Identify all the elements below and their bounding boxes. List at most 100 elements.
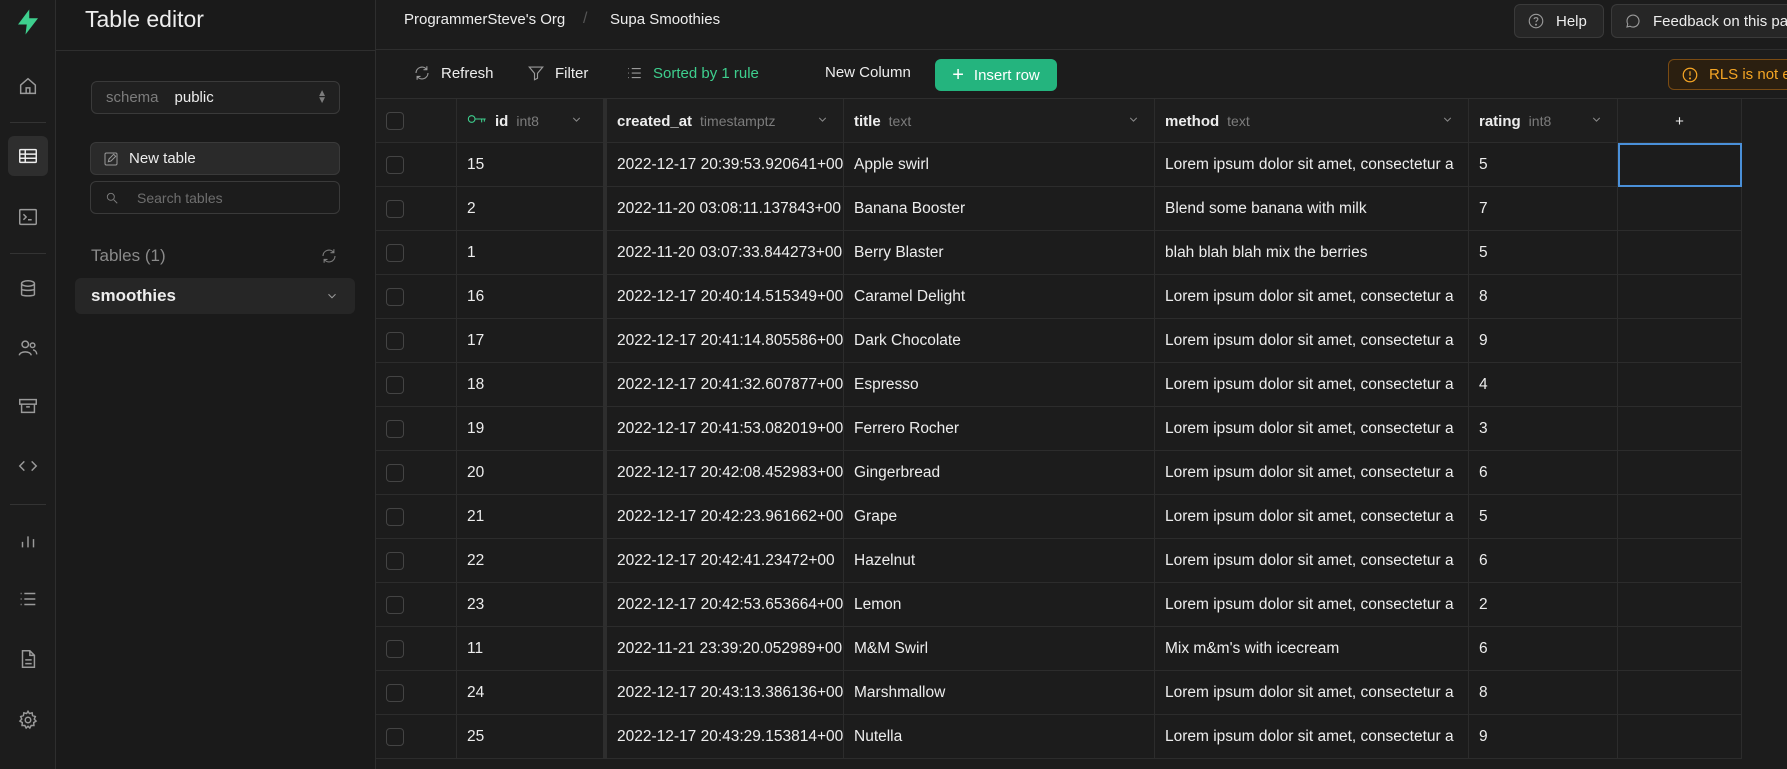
auth-users-icon[interactable] <box>8 328 48 368</box>
cell-rating[interactable]: 3 <box>1469 407 1618 451</box>
new-column-button[interactable]: New Column <box>825 64 911 81</box>
cell-created-at[interactable]: 2022-12-17 20:43:13.386136+00 <box>607 671 844 715</box>
row-checkbox[interactable] <box>386 684 404 702</box>
chevron-down-icon[interactable] <box>816 113 829 130</box>
cell-id[interactable]: 18 <box>457 363 607 407</box>
row-checkbox[interactable] <box>386 640 404 658</box>
cell-id[interactable]: 17 <box>457 319 607 363</box>
chevron-down-icon[interactable] <box>1127 113 1140 130</box>
storage-icon[interactable] <box>8 386 48 426</box>
database-icon[interactable] <box>8 269 48 309</box>
cell-id[interactable]: 21 <box>457 495 607 539</box>
empty-cell[interactable] <box>1618 231 1742 275</box>
table-row[interactable]: 11 2022-11-21 23:39:20.052989+00 M&M Swirl… <box>376 627 1742 671</box>
cell-method[interactable]: Lorem ipsum dolor sit amet, consectetur … <box>1155 495 1469 539</box>
cell-title[interactable]: Berry Blaster <box>844 231 1155 275</box>
help-button[interactable]: Help <box>1514 4 1604 38</box>
cell-rating[interactable]: 5 <box>1469 495 1618 539</box>
cell-method[interactable]: Lorem ipsum dolor sit amet, consectetur … <box>1155 143 1469 187</box>
cell-method[interactable]: Blend some banana with milk <box>1155 187 1469 231</box>
column-header-title[interactable]: title text <box>844 99 1155 143</box>
empty-cell[interactable] <box>1618 583 1742 627</box>
cell-method[interactable]: Lorem ipsum dolor sit amet, consectetur … <box>1155 407 1469 451</box>
column-header-created-at[interactable]: created_at timestamptz <box>607 99 844 143</box>
refresh-tables-icon[interactable] <box>320 247 340 267</box>
empty-cell[interactable] <box>1618 187 1742 231</box>
cell-rating[interactable]: 6 <box>1469 539 1618 583</box>
row-checkbox[interactable] <box>386 596 404 614</box>
cell-rating[interactable]: 5 <box>1469 143 1618 187</box>
cell-rating[interactable]: 7 <box>1469 187 1618 231</box>
edge-functions-icon[interactable] <box>8 446 48 486</box>
row-checkbox[interactable] <box>386 508 404 526</box>
empty-cell[interactable] <box>1618 451 1742 495</box>
cell-title[interactable]: Ferrero Rocher <box>844 407 1155 451</box>
row-checkbox[interactable] <box>386 420 404 438</box>
row-checkbox[interactable] <box>386 288 404 306</box>
reports-icon[interactable] <box>8 520 48 560</box>
row-checkbox[interactable] <box>386 156 404 174</box>
chevron-down-icon[interactable] <box>1441 113 1454 130</box>
chevron-down-icon[interactable] <box>570 113 583 130</box>
cell-method[interactable]: Lorem ipsum dolor sit amet, consectetur … <box>1155 319 1469 363</box>
cell-method[interactable]: blah blah blah mix the berries <box>1155 231 1469 275</box>
cell-title[interactable]: Nutella <box>844 715 1155 759</box>
chevron-down-icon[interactable] <box>325 288 339 308</box>
sql-editor-icon[interactable] <box>8 197 48 237</box>
cell-id[interactable]: 16 <box>457 275 607 319</box>
cell-id[interactable]: 15 <box>457 143 607 187</box>
cell-id[interactable]: 19 <box>457 407 607 451</box>
cell-created-at[interactable]: 2022-12-17 20:41:32.607877+00 <box>607 363 844 407</box>
empty-cell[interactable] <box>1618 539 1742 583</box>
cell-method[interactable]: Lorem ipsum dolor sit amet, consectetur … <box>1155 363 1469 407</box>
cell-id[interactable]: 2 <box>457 187 607 231</box>
logs-icon[interactable] <box>8 579 48 619</box>
cell-id[interactable]: 24 <box>457 671 607 715</box>
cell-created-at[interactable]: 2022-12-17 20:41:14.805586+00 <box>607 319 844 363</box>
cell-method[interactable]: Lorem ipsum dolor sit amet, consectetur … <box>1155 715 1469 759</box>
cell-created-at[interactable]: 2022-11-21 23:39:20.052989+00 <box>607 627 844 671</box>
empty-cell[interactable] <box>1618 143 1742 187</box>
cell-id[interactable]: 11 <box>457 627 607 671</box>
cell-rating[interactable]: 9 <box>1469 715 1618 759</box>
add-column-button[interactable]: + <box>1618 99 1742 143</box>
cell-title[interactable]: Marshmallow <box>844 671 1155 715</box>
breadcrumb-project[interactable]: Supa Smoothies <box>610 11 720 28</box>
column-header-rating[interactable]: rating int8 <box>1469 99 1618 143</box>
cell-created-at[interactable]: 2022-12-17 20:42:41.23472+00 <box>607 539 844 583</box>
cell-rating[interactable]: 8 <box>1469 671 1618 715</box>
cell-rating[interactable]: 9 <box>1469 319 1618 363</box>
cell-rating[interactable]: 6 <box>1469 451 1618 495</box>
cell-method[interactable]: Lorem ipsum dolor sit amet, consectetur … <box>1155 275 1469 319</box>
cell-id[interactable]: 23 <box>457 583 607 627</box>
table-row[interactable]: 25 2022-12-17 20:43:29.153814+00 Nutella Lo… <box>376 715 1742 759</box>
empty-cell[interactable] <box>1618 319 1742 363</box>
cell-created-at[interactable]: 2022-12-17 20:42:53.653664+00 <box>607 583 844 627</box>
empty-cell[interactable] <box>1618 715 1742 759</box>
breadcrumb-org[interactable]: ProgrammerSteve's Org <box>404 11 565 28</box>
empty-cell[interactable] <box>1618 363 1742 407</box>
cell-rating[interactable]: 5 <box>1469 231 1618 275</box>
table-row[interactable]: 21 2022-12-17 20:42:23.961662+00 Grape Lore… <box>376 495 1742 539</box>
cell-id[interactable]: 22 <box>457 539 607 583</box>
row-checkbox[interactable] <box>386 464 404 482</box>
table-row[interactable]: 15 2022-12-17 20:39:53.920641+00 Apple swi… <box>376 143 1742 187</box>
row-checkbox[interactable] <box>386 552 404 570</box>
cell-method[interactable]: Lorem ipsum dolor sit amet, consectetur … <box>1155 539 1469 583</box>
sidebar-item-smoothies[interactable]: smoothies <box>75 278 355 314</box>
cell-title[interactable]: Espresso <box>844 363 1155 407</box>
cell-created-at[interactable]: 2022-12-17 20:41:53.082019+00 <box>607 407 844 451</box>
cell-method[interactable]: Lorem ipsum dolor sit amet, consectetur … <box>1155 583 1469 627</box>
cell-created-at[interactable]: 2022-12-17 20:39:53.920641+00 <box>607 143 844 187</box>
cell-id[interactable]: 25 <box>457 715 607 759</box>
table-row[interactable]: 16 2022-12-17 20:40:14.515349+00 Caramel D… <box>376 275 1742 319</box>
cell-method[interactable]: Mix m&m's with icecream <box>1155 627 1469 671</box>
cell-title[interactable]: Hazelnut <box>844 539 1155 583</box>
settings-icon[interactable] <box>8 700 48 740</box>
cell-title[interactable]: Lemon <box>844 583 1155 627</box>
cell-title[interactable]: Caramel Delight <box>844 275 1155 319</box>
cell-id[interactable]: 20 <box>457 451 607 495</box>
row-checkbox[interactable] <box>386 244 404 262</box>
chevron-down-icon[interactable] <box>1590 113 1603 130</box>
cell-title[interactable]: Apple swirl <box>844 143 1155 187</box>
